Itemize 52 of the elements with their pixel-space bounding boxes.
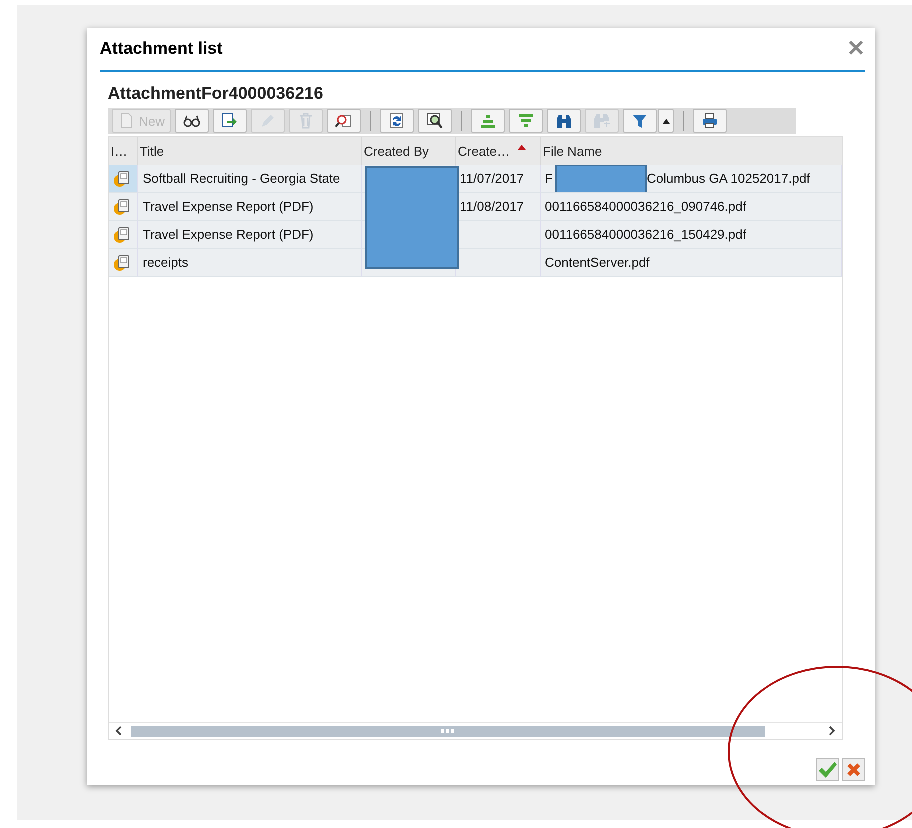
row-selector[interactable]: [109, 193, 138, 221]
attachment-icon: [113, 170, 131, 188]
cancel-button[interactable]: [842, 758, 865, 781]
grip-icon: [440, 729, 455, 733]
close-button[interactable]: ✕: [847, 36, 865, 62]
funnel-button[interactable]: [623, 109, 658, 133]
dropdown-button[interactable]: [658, 109, 674, 133]
confirm-button[interactable]: [816, 758, 839, 781]
export-button[interactable]: [213, 109, 248, 133]
window-title: Attachment list: [100, 39, 223, 59]
table-cell: 11/08/2017: [456, 193, 541, 221]
scroll-thumb[interactable]: [131, 726, 765, 736]
row-selector[interactable]: [109, 221, 138, 249]
filter-button[interactable]: [509, 109, 544, 133]
column-header[interactable]: File Name: [541, 137, 842, 165]
table-cell: Softball Recruiting - Georgia State: [138, 165, 362, 193]
file-name-text: Columbus GA 10252017.pdf: [646, 171, 810, 186]
horizontal-scrollbar[interactable]: [109, 722, 842, 739]
table-cell: Travel Expense Report (PDF): [138, 193, 362, 221]
magnifier-icon: [426, 112, 444, 130]
binoculars-icon: [555, 112, 574, 130]
file-name-text: F: [545, 171, 553, 186]
glasses-button[interactable]: [175, 109, 210, 133]
table-cell: receipts: [138, 249, 362, 277]
file-name-text: ContentServer.pdf: [545, 255, 650, 270]
list-title: AttachmentFor4000036216: [108, 84, 324, 104]
file-name-text: 001166584000036216_150429.pdf: [545, 227, 746, 242]
bars-icon: [479, 112, 498, 130]
refresh-icon: [388, 112, 406, 130]
bars-icon: [517, 112, 536, 130]
inspect-button[interactable]: [327, 109, 362, 133]
zoom-button[interactable]: [418, 109, 452, 133]
attachment-icon: [113, 254, 131, 272]
table-cell: 11/07/2017: [456, 165, 541, 193]
attachment-icon: [113, 198, 131, 216]
table-cell: Travel Expense Report (PDF): [138, 221, 362, 249]
refresh-button[interactable]: [380, 109, 414, 133]
attachment-icon: [113, 226, 131, 244]
checkmark-icon: [818, 760, 838, 778]
print-icon: [701, 112, 720, 130]
export-icon: [221, 112, 240, 130]
close-icon: [846, 762, 862, 778]
magnifier-icon: [335, 112, 354, 130]
binoculars-button[interactable]: [547, 109, 582, 133]
row-selector[interactable]: [109, 249, 138, 277]
file-name-text: 001166584000036216_090746.pdf: [545, 199, 746, 214]
caret-icon: [662, 118, 670, 124]
funnel-icon: [631, 112, 650, 130]
row-selector[interactable]: [109, 165, 138, 193]
align-button[interactable]: [471, 109, 506, 133]
print-button[interactable]: [693, 109, 728, 133]
binoculars-plus-icon: [593, 112, 612, 130]
